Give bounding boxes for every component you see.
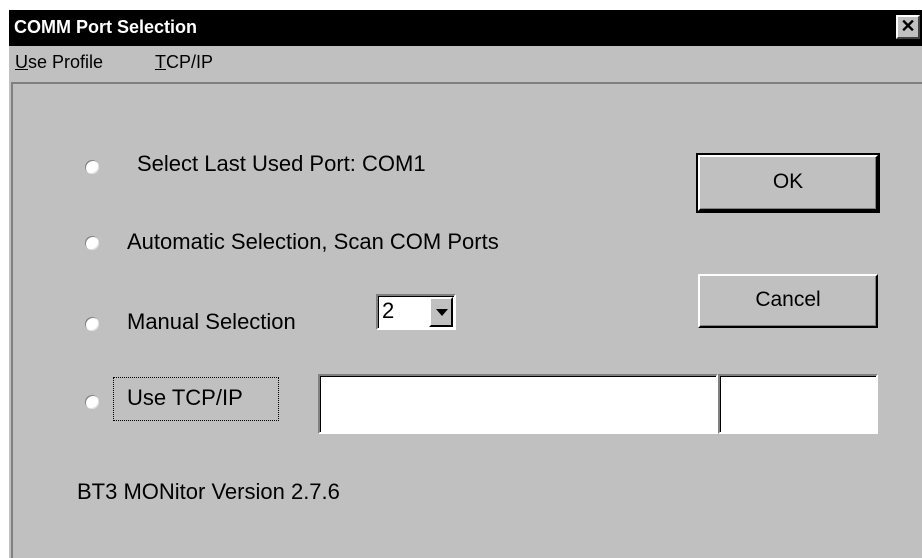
close-button[interactable]: ✕ [896,15,920,39]
radio-last-used-port[interactable] [85,160,99,174]
cancel-button-label: Cancel [755,288,821,311]
title-bar[interactable]: COMM Port Selection ✕ [9,10,922,46]
manual-port-dropdown[interactable]: 2 [376,294,456,330]
menu-use-profile-mnemonic: U [15,52,28,72]
menu-tcpip-label: CP/IP [166,52,214,72]
ok-button-label: OK [772,170,804,193]
menu-tcpip[interactable]: TCP/IP [155,52,213,73]
tcpip-port-input[interactable] [718,374,878,434]
menu-tcpip-mnemonic: T [155,52,166,72]
label-last-used-port: Select Last Used Port: COM1 [137,151,426,176]
comm-port-selection-dialog: COMM Port Selection ✕ Use Profile TCP/IP… [9,10,922,558]
label-use-tcpip: Use TCP/IP [127,385,243,410]
version-text: BT3 MONitor Version 2.7.6 [77,479,340,504]
menu-bar: Use Profile TCP/IP [9,46,922,80]
radio-automatic-selection[interactable] [85,236,99,250]
window-title: COMM Port Selection [14,17,198,37]
menu-use-profile-label: se Profile [28,52,104,72]
menu-use-profile[interactable]: Use Profile [15,52,103,73]
label-manual-selection: Manual Selection [127,309,296,334]
chevron-down-icon[interactable] [429,297,453,327]
radio-manual-selection[interactable] [85,317,99,331]
label-automatic-selection: Automatic Selection, Scan COM Ports [127,229,499,254]
close-icon: ✕ [900,16,916,36]
dialog-body: Select Last Used Port: COM1 Automatic Se… [11,82,922,558]
radio-use-tcpip[interactable] [85,395,99,409]
cancel-button[interactable]: Cancel [698,274,878,328]
ok-button[interactable]: OK [696,153,880,213]
manual-port-value: 2 [382,298,395,323]
tcpip-address-input[interactable] [318,374,718,434]
